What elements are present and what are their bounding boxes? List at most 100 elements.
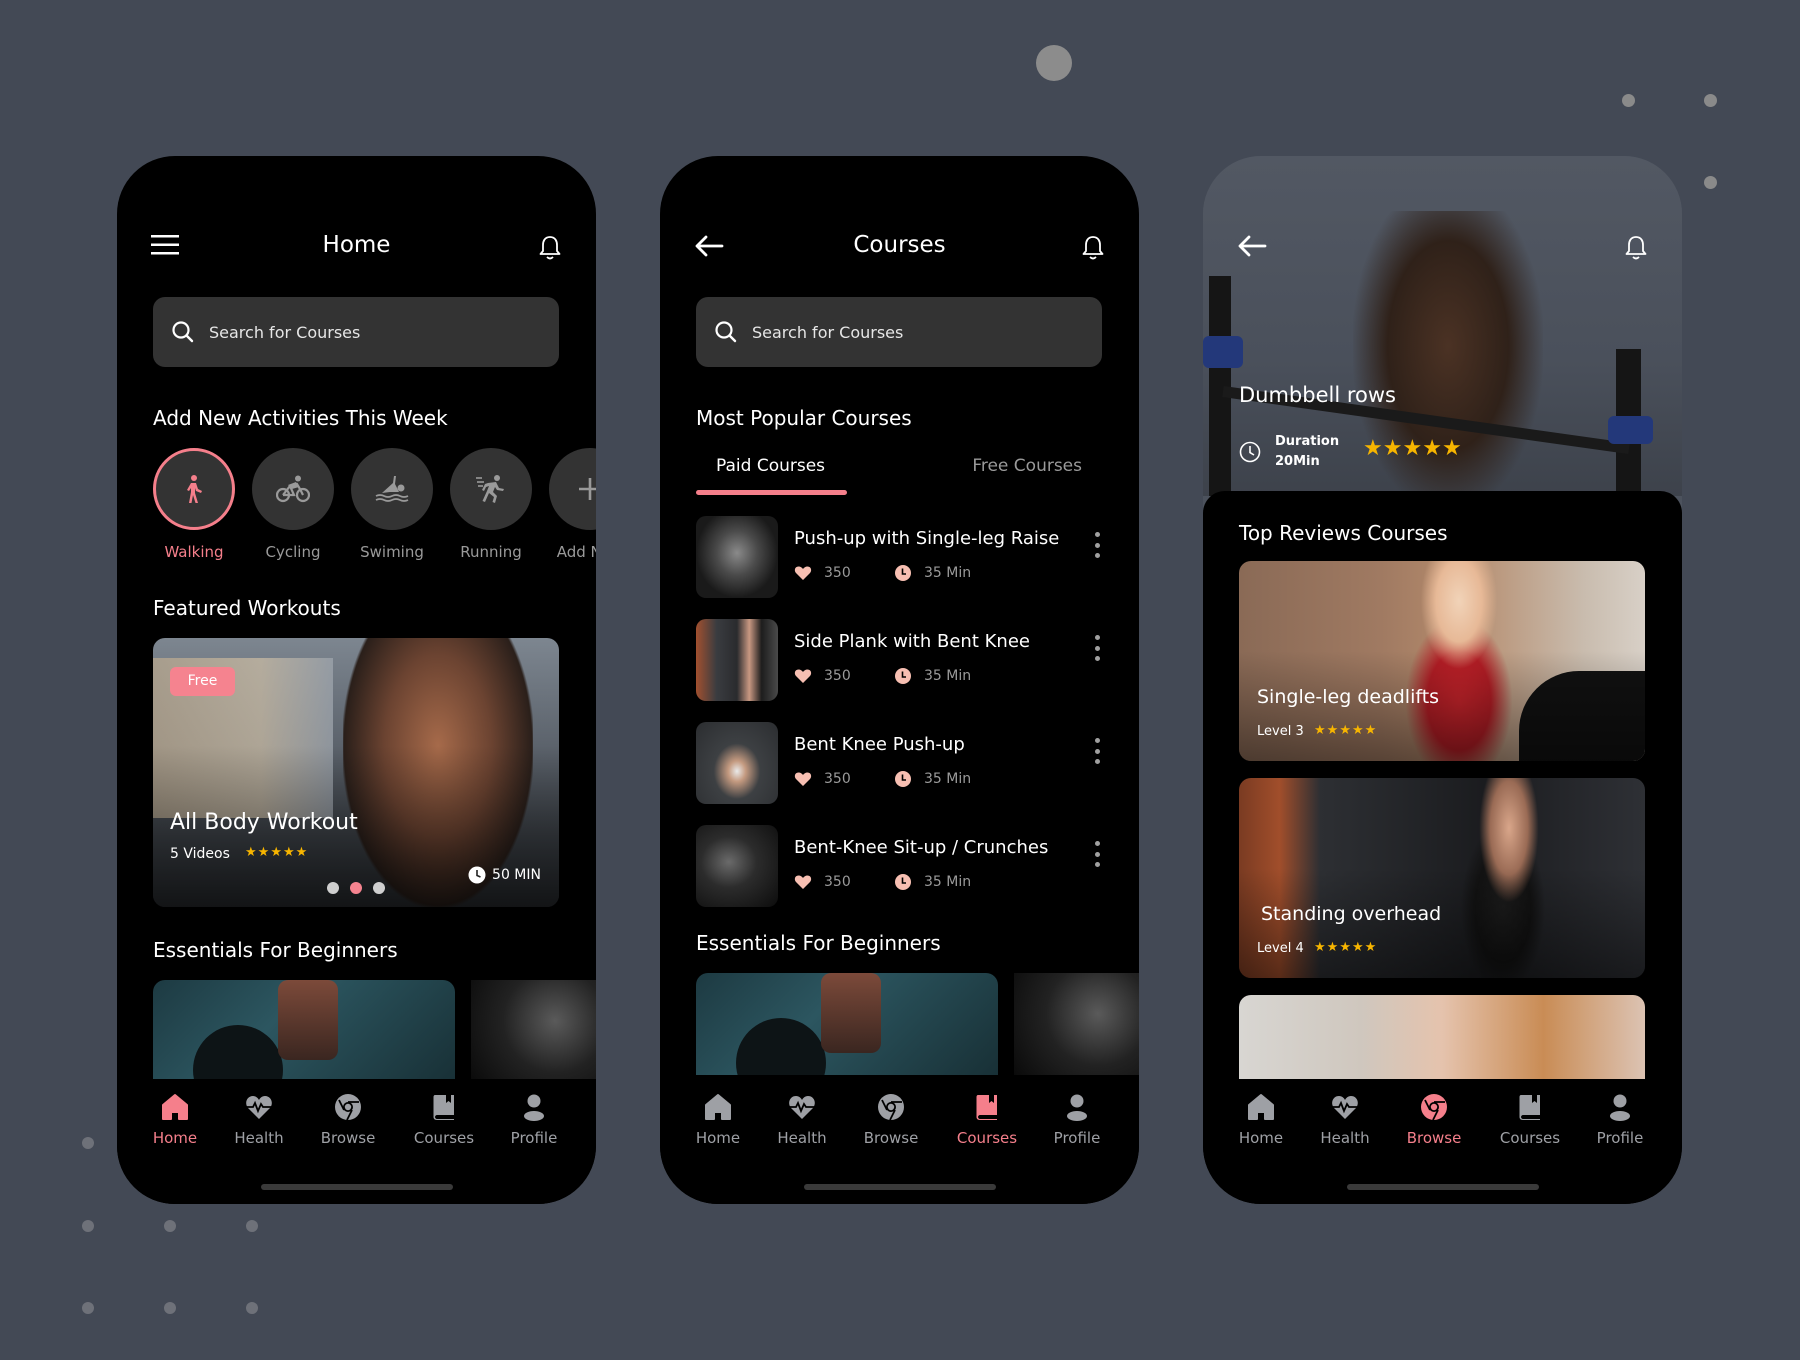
bottom-nav: Home Health Browse Courses Profile xyxy=(117,1079,596,1204)
more-options-button[interactable] xyxy=(1092,841,1102,867)
home-icon xyxy=(162,1094,188,1120)
home-screen: Home Add New Activities This Week Walkin… xyxy=(117,156,596,1204)
essentials-card-deadlift[interactable] xyxy=(696,973,998,1075)
nav-browse[interactable]: Browse xyxy=(1394,1092,1474,1147)
decorative-dot xyxy=(1622,94,1635,107)
notifications-button[interactable] xyxy=(538,234,562,262)
book-icon xyxy=(433,1095,454,1120)
activity-running[interactable]: Running xyxy=(450,448,532,561)
hero-banner: Dumbbell rows Duration 20Min ★ ★ ★ ★ ★ xyxy=(1203,156,1682,496)
nav-courses[interactable]: Courses xyxy=(404,1092,484,1147)
star-rating: ★ ★ ★ ★ ★ xyxy=(1314,940,1376,955)
nav-browse[interactable]: Browse xyxy=(308,1092,388,1147)
heart-pulse-icon xyxy=(1331,1096,1359,1119)
nav-profile[interactable]: Profile xyxy=(494,1092,574,1147)
free-badge: Free xyxy=(170,667,235,696)
like-count: 350 xyxy=(824,771,851,787)
star-icon: ★ xyxy=(1364,723,1377,738)
course-name: Bent Knee Push-up xyxy=(794,734,965,755)
decorative-dot xyxy=(82,1137,94,1149)
featured-workout-card[interactable]: Free All Body Workout 5 Videos ★ ★ ★ ★ ★ 50 … xyxy=(153,638,559,907)
more-vertical-icon xyxy=(1094,841,1100,846)
essentials-heading: Essentials For Beginners xyxy=(153,938,398,962)
course-tabs: Paid Courses Free Courses xyxy=(696,456,1102,496)
nav-courses[interactable]: Courses xyxy=(947,1092,1027,1147)
heart-pulse-icon xyxy=(788,1096,816,1119)
review-course-title: Single-leg deadlifts xyxy=(1257,686,1440,708)
decorative-dot xyxy=(1036,45,1072,81)
review-course-card[interactable] xyxy=(1239,995,1645,1081)
more-options-button[interactable] xyxy=(1092,532,1102,558)
duration-value: 20Min xyxy=(1275,454,1320,469)
more-options-button[interactable] xyxy=(1092,635,1102,661)
bell-icon xyxy=(1082,236,1104,260)
nav-profile[interactable]: Profile xyxy=(1037,1092,1117,1147)
heart-icon xyxy=(794,669,812,683)
browse-icon xyxy=(335,1094,361,1121)
browse-screen: Dumbbell rows Duration 20Min ★ ★ ★ ★ ★ Top R… xyxy=(1203,156,1682,1204)
courses-screen: Courses Most Popular Courses Paid Course… xyxy=(660,156,1139,1204)
star-icon: ★ xyxy=(282,845,295,860)
video-count: 5 Videos xyxy=(170,846,230,862)
star-icon: ★ xyxy=(1402,436,1423,461)
review-course-card[interactable]: Single-leg deadlifts Level 3 ★ ★ ★ ★ ★ xyxy=(1239,561,1645,761)
tab-free-courses[interactable]: Free Courses xyxy=(972,456,1082,476)
search-input[interactable] xyxy=(752,322,1052,342)
search-bar[interactable] xyxy=(153,297,559,367)
course-item[interactable]: Side Plank with Bent Knee 350 35 Min xyxy=(696,619,1106,703)
essentials-card-woman[interactable] xyxy=(471,980,596,1082)
review-course-title: Standing overhead xyxy=(1261,903,1442,925)
tab-paid-courses[interactable]: Paid Courses xyxy=(716,456,825,476)
search-bar[interactable] xyxy=(696,297,1102,367)
back-button[interactable] xyxy=(1237,234,1267,258)
nav-profile[interactable]: Profile xyxy=(1580,1092,1660,1147)
review-course-level: Level 3 xyxy=(1257,724,1304,739)
more-vertical-icon xyxy=(1094,532,1100,537)
home-indicator xyxy=(803,1184,996,1190)
activity-cycling[interactable]: Cycling xyxy=(252,448,334,561)
star-icon: ★ xyxy=(1364,940,1377,955)
essentials-card-woman[interactable] xyxy=(1014,973,1139,1075)
course-item[interactable]: Bent Knee Push-up 350 35 Min xyxy=(696,722,1106,806)
nav-health[interactable]: Health xyxy=(219,1092,299,1147)
more-options-button[interactable] xyxy=(1092,738,1102,764)
like-count: 350 xyxy=(824,668,851,684)
home-icon xyxy=(705,1094,731,1120)
pager-dot[interactable] xyxy=(327,882,339,894)
nav-health[interactable]: Health xyxy=(762,1092,842,1147)
essentials-card-deadlift[interactable] xyxy=(153,980,455,1082)
book-icon xyxy=(976,1095,997,1120)
course-name: Bent-Knee Sit-up / Crunches xyxy=(794,837,1049,858)
star-icon: ★ xyxy=(270,845,282,860)
nav-home[interactable]: Home xyxy=(678,1092,758,1147)
nav-courses[interactable]: Courses xyxy=(1490,1092,1570,1147)
pager-dot-active[interactable] xyxy=(350,882,362,894)
course-item[interactable]: Push-up with Single-leg Raise 350 35 Min xyxy=(696,516,1106,600)
nav-home[interactable]: Home xyxy=(135,1092,215,1147)
pager-dot[interactable] xyxy=(373,882,385,894)
heart-icon xyxy=(794,875,812,889)
nav-home[interactable]: Home xyxy=(1221,1092,1301,1147)
user-icon xyxy=(1067,1094,1087,1121)
notifications-button[interactable] xyxy=(1624,234,1648,262)
search-input[interactable] xyxy=(209,322,509,342)
duration-text: 50 MIN xyxy=(492,867,541,883)
review-course-card[interactable]: Standing overhead Level 4 ★ ★ ★ ★ ★ xyxy=(1239,778,1645,978)
activity-label: Swiming xyxy=(360,543,424,561)
course-item[interactable]: Bent-Knee Sit-up / Crunches 350 35 Min xyxy=(696,825,1106,909)
arrow-left-icon xyxy=(1238,235,1267,257)
featured-heading: Featured Workouts xyxy=(153,596,341,620)
browse-icon xyxy=(1421,1094,1447,1121)
user-icon xyxy=(1610,1094,1630,1121)
activity-walking[interactable]: Walking xyxy=(153,448,235,561)
decorative-dot xyxy=(82,1302,94,1314)
activity-add-new[interactable]: Add New xyxy=(549,448,596,561)
active-tab-indicator xyxy=(696,490,847,495)
nav-health[interactable]: Health xyxy=(1305,1092,1385,1147)
decorative-dot xyxy=(164,1302,176,1314)
activity-list: Walking Cycling Swiming Running Add New xyxy=(153,448,596,568)
notifications-button[interactable] xyxy=(1081,234,1105,262)
cycling-icon xyxy=(276,475,310,503)
activity-swimming[interactable]: Swiming xyxy=(351,448,433,561)
nav-browse[interactable]: Browse xyxy=(851,1092,931,1147)
